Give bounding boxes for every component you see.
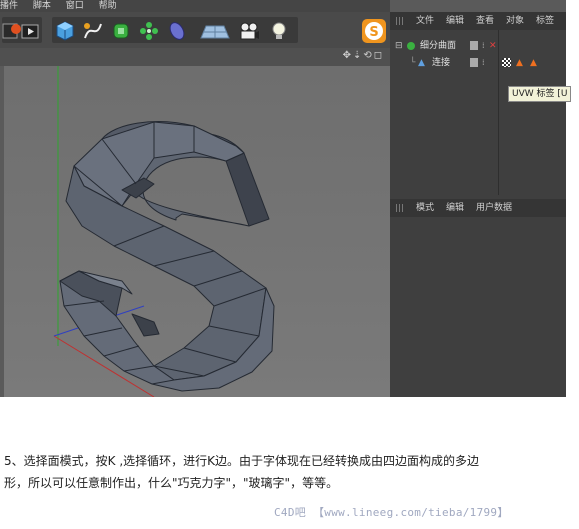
- menu-item-script[interactable]: 脚本: [33, 1, 51, 11]
- visibility-dots-icon[interactable]: ⁞: [482, 38, 485, 54]
- render-group: [2, 17, 42, 43]
- tree-branch-icon: └: [410, 58, 416, 68]
- objects-menu-tags[interactable]: 标签: [536, 12, 554, 30]
- array-icon[interactable]: [138, 20, 160, 42]
- viewport-header: ✥⇣⟲◻: [0, 48, 390, 66]
- enabled-x-icon[interactable]: ✕: [489, 38, 497, 54]
- subdivision-object-icon: [407, 42, 415, 50]
- watermark-text: C4D吧 【www.lineeg.com/tieba/1799】: [274, 506, 509, 519]
- attributes-menu-userdata[interactable]: 用户数据: [476, 199, 512, 217]
- material-tag-icon[interactable]: ▲: [530, 55, 537, 71]
- python-logo-icon[interactable]: S: [361, 18, 387, 44]
- menu-item-plugins[interactable]: 播件: [0, 1, 18, 11]
- logo-badge-label: S: [369, 25, 378, 40]
- article-caption: 5、选择面模式，按K ,选择循环，进行K边。由于字体现在已经转换成由四边面构成的…: [4, 450, 566, 494]
- layer-toggle-icon[interactable]: [470, 41, 478, 50]
- objects-menu-view[interactable]: 查看: [476, 12, 494, 30]
- toolbar: S: [0, 12, 390, 48]
- object-name-label: 细分曲面: [420, 41, 457, 51]
- render-view-icon[interactable]: [20, 20, 42, 42]
- subdivision-icon[interactable]: [110, 20, 132, 42]
- camera-icon[interactable]: [238, 20, 260, 42]
- caption-line-1: 5、选择面模式，按K ,选择循环，进行K边。由于字体现在已经转换成由四边面构成的…: [4, 454, 480, 468]
- attributes-panel-menu: 模式 编辑 用户数据: [390, 199, 566, 217]
- 3d-viewport[interactable]: [4, 66, 390, 397]
- column-divider: [498, 30, 499, 195]
- object-row-connect[interactable]: └ ▲ 连接 ⁞ ▲ ▲: [390, 55, 566, 71]
- attributes-menu-edit[interactable]: 编辑: [446, 199, 464, 217]
- panel-grip-icon[interactable]: [396, 17, 404, 25]
- objects-menu-object[interactable]: 对象: [506, 12, 524, 30]
- viewport-nav-icons[interactable]: ✥⇣⟲◻: [343, 50, 384, 61]
- object-row-subdivision[interactable]: ⊟ 细分曲面 ⁞ ✕: [390, 38, 566, 54]
- layer-toggle-icon[interactable]: [470, 58, 478, 67]
- object-tools-group: [52, 17, 298, 43]
- caption-line-2: 形，所以可以任意制作出，什么"巧克力字"，"玻璃字"，等等。: [4, 476, 339, 490]
- right-dock: 文件 编辑 查看 对象 标签 ⊟ 细分曲面 ⁞ ✕ └ ▲ 连接 ⁞ ▲ ▲ 模…: [390, 12, 566, 397]
- spline-pen-icon[interactable]: [82, 20, 104, 42]
- object-name-label: 连接: [432, 58, 451, 68]
- menu-item-help[interactable]: 帮助: [99, 1, 117, 11]
- floor-plane-icon[interactable]: [200, 20, 230, 42]
- objects-menu-file[interactable]: 文件: [416, 12, 434, 30]
- c4d-screenshot: 播件 脚本 窗口 帮助 S ✥⇣⟲◻ 文件 编辑 查看 对象 标签 ⊟ 细分曲面…: [0, 0, 566, 397]
- menubar: 播件 脚本 窗口 帮助: [0, 0, 390, 12]
- objects-panel-menu: 文件 编辑 查看 对象 标签: [390, 12, 566, 30]
- deformer-icon[interactable]: [166, 20, 188, 42]
- viewport-canvas: [4, 66, 390, 397]
- objects-menu-edit[interactable]: 编辑: [446, 12, 464, 30]
- uvw-tag-icon[interactable]: [502, 58, 511, 67]
- tag-tooltip: UVW 标签 [U: [508, 86, 571, 102]
- cube-icon[interactable]: [54, 20, 76, 42]
- connect-object-icon: ▲: [418, 58, 425, 68]
- attributes-menu-mode[interactable]: 模式: [416, 199, 434, 217]
- light-bulb-icon[interactable]: [268, 20, 290, 42]
- visibility-dots-icon[interactable]: ⁞: [482, 55, 485, 71]
- phong-tag-icon[interactable]: ▲: [516, 55, 523, 71]
- menu-item-window[interactable]: 窗口: [66, 1, 84, 11]
- tree-expand-icon[interactable]: ⊟: [395, 38, 403, 54]
- panel-grip-icon[interactable]: [396, 204, 404, 212]
